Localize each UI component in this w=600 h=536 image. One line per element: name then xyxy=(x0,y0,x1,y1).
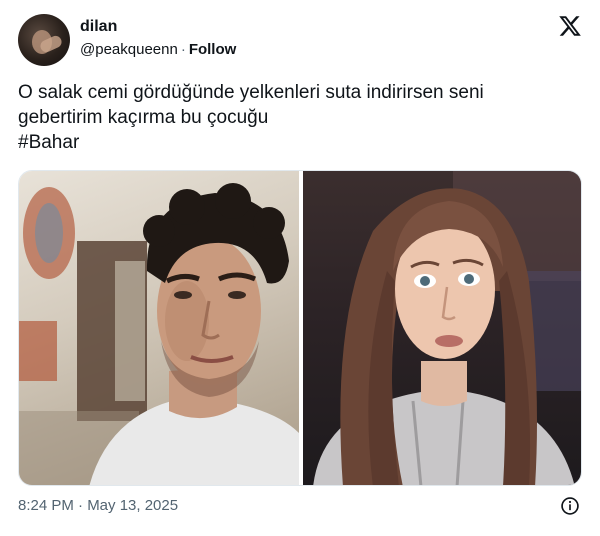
tweet-card: dilan @peakqueenn · Follow O salak cemi gö… xyxy=(0,0,600,536)
photo-left[interactable] xyxy=(19,171,299,485)
photo-right-illustration xyxy=(313,171,581,485)
media-grid xyxy=(18,170,582,486)
x-logo-icon[interactable] xyxy=(558,14,582,38)
photo-left-illustration xyxy=(19,183,299,485)
user-handle[interactable]: @peakqueenn xyxy=(80,41,178,58)
avatar[interactable] xyxy=(18,14,70,66)
separator-dot: · xyxy=(180,41,186,58)
tweet-timestamp[interactable]: 8:24 PM · May 13, 2025 xyxy=(18,497,178,514)
user-display-name[interactable]: dilan xyxy=(80,18,117,36)
tweet-text-line-2: gebertirim kaçırma bu çocuğu xyxy=(18,107,269,128)
tweet-header: dilan @peakqueenn · Follow xyxy=(18,12,588,68)
follow-button[interactable]: Follow xyxy=(189,41,237,58)
hashtag-link[interactable]: #Bahar xyxy=(18,130,578,155)
handle-row: @peakqueenn · Follow xyxy=(80,41,236,58)
tweet-text: O salak cemi gördüğünde yelkenleri suta … xyxy=(18,80,578,155)
photo-right[interactable] xyxy=(303,171,581,485)
info-icon[interactable] xyxy=(560,496,580,516)
tweet-text-line-1: O salak cemi gördüğünde yelkenleri suta … xyxy=(18,82,484,103)
